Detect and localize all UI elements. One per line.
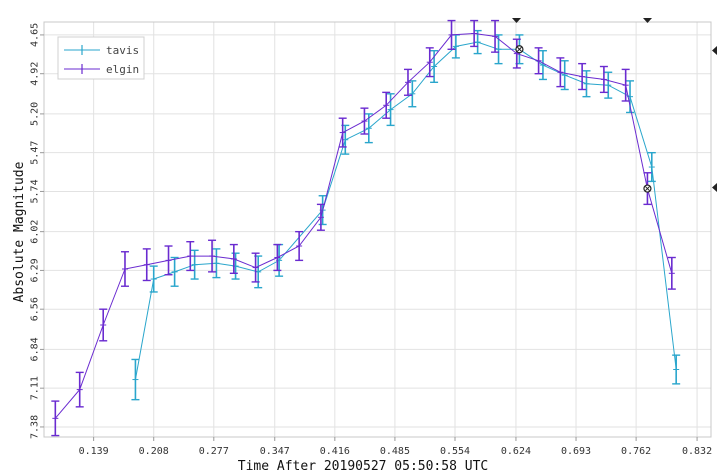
y-tick-label: 4.92 xyxy=(30,62,41,86)
error-bar-elgin xyxy=(534,47,543,75)
x-tick-label: 0.347 xyxy=(260,446,290,457)
error-bar-elgin xyxy=(120,251,129,287)
legend-label-tavis: tavis xyxy=(106,44,139,57)
error-bar-tavis xyxy=(231,252,240,280)
plot-frame xyxy=(43,21,712,438)
y-tick-label: 5.74 xyxy=(30,179,41,203)
x-tick-label: 0.485 xyxy=(380,446,410,457)
x-tick-label: 0.277 xyxy=(199,446,229,457)
series-line-elgin xyxy=(54,32,673,419)
x-tick-label: 0.554 xyxy=(440,446,470,457)
error-bar-elgin xyxy=(425,47,434,78)
grid xyxy=(44,22,711,437)
x-tick-label: 0.416 xyxy=(320,446,350,457)
error-bar-tavis xyxy=(408,80,417,108)
legend-label-elgin: elgin xyxy=(106,63,139,76)
y-tick-label: 6.56 xyxy=(30,297,41,321)
series-elgin xyxy=(51,19,676,437)
y-tick-label: 5.47 xyxy=(30,141,41,165)
y-tick-label: 7.11 xyxy=(30,376,41,400)
error-bar-tavis xyxy=(386,93,395,127)
error-bar-elgin xyxy=(360,107,369,135)
y-axis-ticks: 4.65 4.92 5.20 5.47 5.74 6.02 6.29 6.56 6.84 7.11… xyxy=(30,23,44,439)
error-bar-tavis xyxy=(672,354,681,385)
x-tick-label: 0.208 xyxy=(139,446,169,457)
error-bar-tavis xyxy=(190,249,199,280)
x-tick-label: 0.762 xyxy=(621,446,651,457)
x-axis-ticks: 0.139 0.208 0.277 0.347 0.416 0.485 0.554 0.624… xyxy=(79,437,712,457)
x-tick-label: 0.693 xyxy=(561,446,591,457)
y-tick-label: 6.02 xyxy=(30,220,41,244)
error-bar-elgin xyxy=(75,371,84,408)
series-line-tavis xyxy=(134,41,677,380)
error-bar-elgin xyxy=(447,19,456,50)
edge-markers xyxy=(512,18,717,192)
y-tick-label: 7.38 xyxy=(30,415,41,439)
highlight-marker-elgin xyxy=(643,184,652,193)
highlight-layer xyxy=(515,45,652,193)
x-tick-label: 0.832 xyxy=(682,446,712,457)
error-bar-elgin xyxy=(142,248,151,282)
y-tick-label: 5.20 xyxy=(30,102,41,126)
error-bar-elgin xyxy=(229,243,238,274)
y-axis-title: Absolute Magnitude xyxy=(12,161,27,302)
error-bar-elgin xyxy=(578,62,587,91)
error-bar-elgin xyxy=(208,239,217,273)
error-bar-tavis xyxy=(170,256,179,287)
y-tick-label: 4.65 xyxy=(30,23,41,47)
error-bar-elgin xyxy=(51,400,60,437)
error-bar-elgin xyxy=(599,65,608,94)
right-edge-marker-middle xyxy=(712,183,717,192)
error-bar-tavis xyxy=(604,71,613,99)
x-tick-label: 0.624 xyxy=(501,446,531,457)
error-bar-tavis xyxy=(582,70,591,98)
right-edge-marker-top xyxy=(712,46,717,55)
chart: 0.139 0.208 0.277 0.347 0.416 0.485 0.554 0.624… xyxy=(12,18,717,474)
legend: tavis elgin xyxy=(57,36,145,80)
error-bar-tavis xyxy=(275,243,284,277)
error-bar-tavis xyxy=(430,50,439,84)
y-tick-label: 6.29 xyxy=(30,258,41,282)
x-tick-label: 0.139 xyxy=(79,446,109,457)
highlight-marker-tavis xyxy=(515,45,524,54)
error-bar-elgin xyxy=(186,241,195,272)
error-bar-elgin xyxy=(99,308,108,342)
error-bar-tavis xyxy=(451,34,460,59)
y-tick-label: 6.84 xyxy=(30,337,41,361)
error-bar-elgin xyxy=(295,230,304,262)
error-bar-elgin xyxy=(556,57,565,88)
x-axis-title: Time After 20190527 05:50:58 UTC xyxy=(238,459,488,474)
error-bar-tavis xyxy=(560,60,569,91)
series-layer xyxy=(51,19,681,437)
